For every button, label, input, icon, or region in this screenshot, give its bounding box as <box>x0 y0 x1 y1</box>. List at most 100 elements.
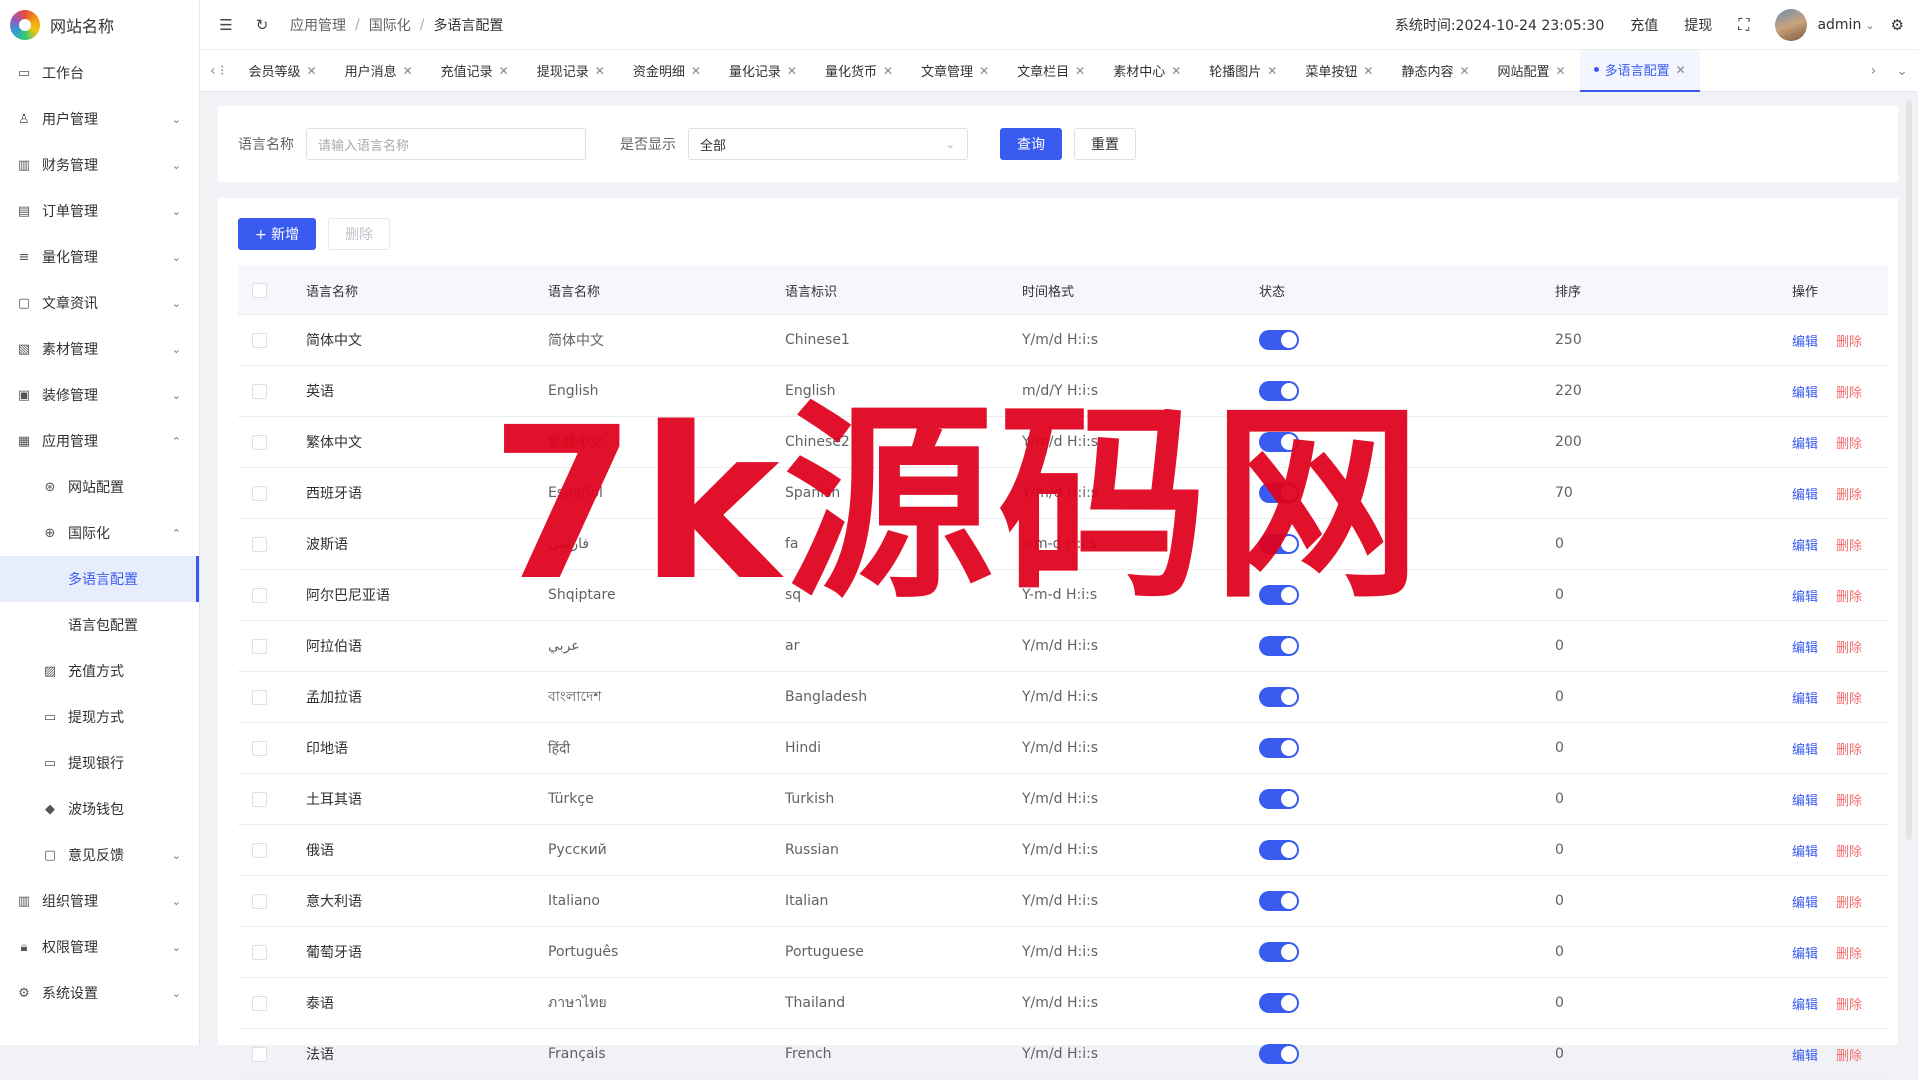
sidebar-item[interactable]: ▧ 素材管理 ⌄ <box>0 326 199 372</box>
status-toggle[interactable] <box>1259 891 1299 911</box>
tab[interactable]: 菜单按钮 ✕ <box>1291 50 1387 92</box>
edit-link[interactable]: 编辑 <box>1792 947 1818 962</box>
close-icon[interactable]: ✕ <box>1676 63 1686 77</box>
close-icon[interactable]: ✕ <box>1267 64 1277 78</box>
close-icon[interactable]: ✕ <box>307 64 317 78</box>
table-row[interactable]: 孟加拉语 বাংলাদেশ Bangladesh Y/m/d H:i:s 0 编辑 删除 <box>238 671 1888 723</box>
sidebar-item[interactable]: ▢ 文章资讯 ⌄ <box>0 280 199 326</box>
edit-link[interactable]: 编辑 <box>1792 539 1818 554</box>
avatar[interactable] <box>1775 9 1808 41</box>
delete-link[interactable]: 删除 <box>1836 692 1862 707</box>
row-checkbox[interactable] <box>252 485 267 501</box>
sidebar-item[interactable]: ▥ 组织管理 ⌄ <box>0 878 199 924</box>
sidebar-item[interactable]: ▭ 提现方式 <box>0 694 199 740</box>
table-row[interactable]: 繁体中文 繁體中文 Chinese2 Y/m/d H:i:s 200 编辑 删除 <box>238 416 1888 468</box>
sidebar-item[interactable]: 🔒︎ 权限管理 ⌄ <box>0 924 199 970</box>
row-checkbox[interactable] <box>252 434 267 450</box>
table-row[interactable]: 印地语 हिंदी Hindi Y/m/d H:i:s 0 编辑 删除 <box>238 722 1888 774</box>
close-icon[interactable]: ✕ <box>1459 64 1469 78</box>
sidebar-item[interactable]: ▥ 财务管理 ⌄ <box>0 142 199 188</box>
delete-link[interactable]: 删除 <box>1836 947 1862 962</box>
row-checkbox[interactable] <box>252 383 267 399</box>
row-checkbox[interactable] <box>252 689 267 705</box>
edit-link[interactable]: 编辑 <box>1792 743 1818 758</box>
tab[interactable]: 量化记录 ✕ <box>715 50 811 92</box>
edit-link[interactable]: 编辑 <box>1792 845 1818 860</box>
table-row[interactable]: 葡萄牙语 Português Portuguese Y/m/d H:i:s 0 编辑 删除 <box>238 926 1888 978</box>
recharge-link[interactable]: 充值 <box>1630 15 1658 35</box>
show-select[interactable]: 全部 ⌄ <box>688 128 968 160</box>
table-row[interactable]: 西班牙语 Español Spanish Y/m/d H:i:s 70 编辑 删除 <box>238 467 1888 519</box>
row-checkbox[interactable] <box>252 893 267 909</box>
edit-link[interactable]: 编辑 <box>1792 1049 1818 1064</box>
sidebar-item[interactable]: ▭ 工作台 <box>0 50 199 96</box>
tab[interactable]: 量化货币 ✕ <box>811 50 907 92</box>
sidebar-item[interactable]: 语言包配置 <box>0 602 199 648</box>
delete-link[interactable]: 删除 <box>1836 386 1862 401</box>
close-icon[interactable]: ✕ <box>1171 64 1181 78</box>
status-toggle[interactable] <box>1259 738 1299 758</box>
edit-link[interactable]: 编辑 <box>1792 386 1818 401</box>
status-toggle[interactable] <box>1259 381 1299 401</box>
table-row[interactable]: 法语 Français French Y/m/d H:i:s 0 编辑 删除 <box>238 1028 1888 1080</box>
close-icon[interactable]: ✕ <box>1556 64 1566 78</box>
menu-collapse-icon[interactable]: ☰ <box>216 16 236 34</box>
row-checkbox[interactable] <box>252 740 267 756</box>
delete-link[interactable]: 删除 <box>1836 998 1862 1013</box>
close-icon[interactable]: ✕ <box>595 64 605 78</box>
delete-link[interactable]: 删除 <box>1836 335 1862 350</box>
refresh-icon[interactable]: ↻ <box>252 16 272 34</box>
edit-link[interactable]: 编辑 <box>1792 794 1818 809</box>
tab[interactable]: 充值记录 ✕ <box>427 50 523 92</box>
tab[interactable]: 素材中心 ✕ <box>1099 50 1195 92</box>
sidebar-item[interactable]: ⊕ 国际化 ⌃ <box>0 510 199 556</box>
withdraw-link[interactable]: 提现 <box>1684 15 1712 35</box>
delete-link[interactable]: 删除 <box>1836 845 1862 860</box>
status-toggle[interactable] <box>1259 330 1299 350</box>
close-icon[interactable]: ✕ <box>1363 64 1373 78</box>
tab[interactable]: 会员等级 ✕ <box>235 50 331 92</box>
sidebar-item[interactable]: ⚙ 系统设置 ⌄ <box>0 970 199 1016</box>
edit-link[interactable]: 编辑 <box>1792 590 1818 605</box>
delete-link[interactable]: 删除 <box>1836 641 1862 656</box>
sidebar-item[interactable]: ▨ 充值方式 <box>0 648 199 694</box>
row-checkbox[interactable] <box>252 944 267 960</box>
tab[interactable]: 轮播图片 ✕ <box>1195 50 1291 92</box>
table-row[interactable]: 英语 English English m/d/Y H:i:s 220 编辑 删除 <box>238 365 1888 417</box>
status-toggle[interactable] <box>1259 942 1299 962</box>
status-toggle[interactable] <box>1259 1044 1299 1064</box>
row-checkbox[interactable] <box>252 1046 267 1062</box>
row-checkbox[interactable] <box>252 842 267 858</box>
close-icon[interactable]: ✕ <box>499 64 509 78</box>
username[interactable]: admin <box>1817 17 1861 33</box>
row-checkbox[interactable] <box>252 791 267 807</box>
logo[interactable]: 网站名称 <box>0 0 199 50</box>
table-row[interactable]: 波斯语 فارسی fa Y-m-d H:i:s 0 编辑 删除 <box>238 518 1888 570</box>
sidebar-item[interactable]: ≡ 量化管理 ⌄ <box>0 234 199 280</box>
chevron-down-icon[interactable]: ⌄ <box>1865 19 1874 32</box>
close-icon[interactable]: ✕ <box>691 64 701 78</box>
close-icon[interactable]: ✕ <box>787 64 797 78</box>
status-toggle[interactable] <box>1259 840 1299 860</box>
sidebar-item[interactable]: ◆ 波场钱包 <box>0 786 199 832</box>
table-row[interactable]: 阿拉伯语 عربي ar Y/m/d H:i:s 0 编辑 删除 <box>238 620 1888 672</box>
tab[interactable]: 文章管理 ✕ <box>907 50 1003 92</box>
edit-link[interactable]: 编辑 <box>1792 896 1818 911</box>
sidebar-item[interactable]: ▤ 订单管理 ⌄ <box>0 188 199 234</box>
row-checkbox[interactable] <box>252 332 267 348</box>
delete-link[interactable]: 删除 <box>1836 794 1862 809</box>
close-icon[interactable]: ✕ <box>1075 64 1085 78</box>
status-toggle[interactable] <box>1259 993 1299 1013</box>
delete-link[interactable]: 删除 <box>1836 539 1862 554</box>
tab[interactable]: 资金明细 ✕ <box>619 50 715 92</box>
edit-link[interactable]: 编辑 <box>1792 692 1818 707</box>
tab[interactable]: 多语言配置 ✕ <box>1579 49 1700 92</box>
table-row[interactable]: 意大利语 Italiano Italian Y/m/d H:i:s 0 编辑 删除 <box>238 875 1888 927</box>
sidebar-item[interactable]: ▭ 提现银行 <box>0 740 199 786</box>
sidebar-item[interactable]: ♙ 用户管理 ⌄ <box>0 96 199 142</box>
tab[interactable]: 文章栏目 ✕ <box>1003 50 1099 92</box>
delete-link[interactable]: 删除 <box>1836 743 1862 758</box>
tabs-dropdown-icon[interactable]: ⌄ <box>1886 63 1918 79</box>
tabs-scroll-left-icon[interactable]: ‹ ⁝ <box>200 63 235 79</box>
add-button[interactable]: + 新增 <box>238 218 317 250</box>
